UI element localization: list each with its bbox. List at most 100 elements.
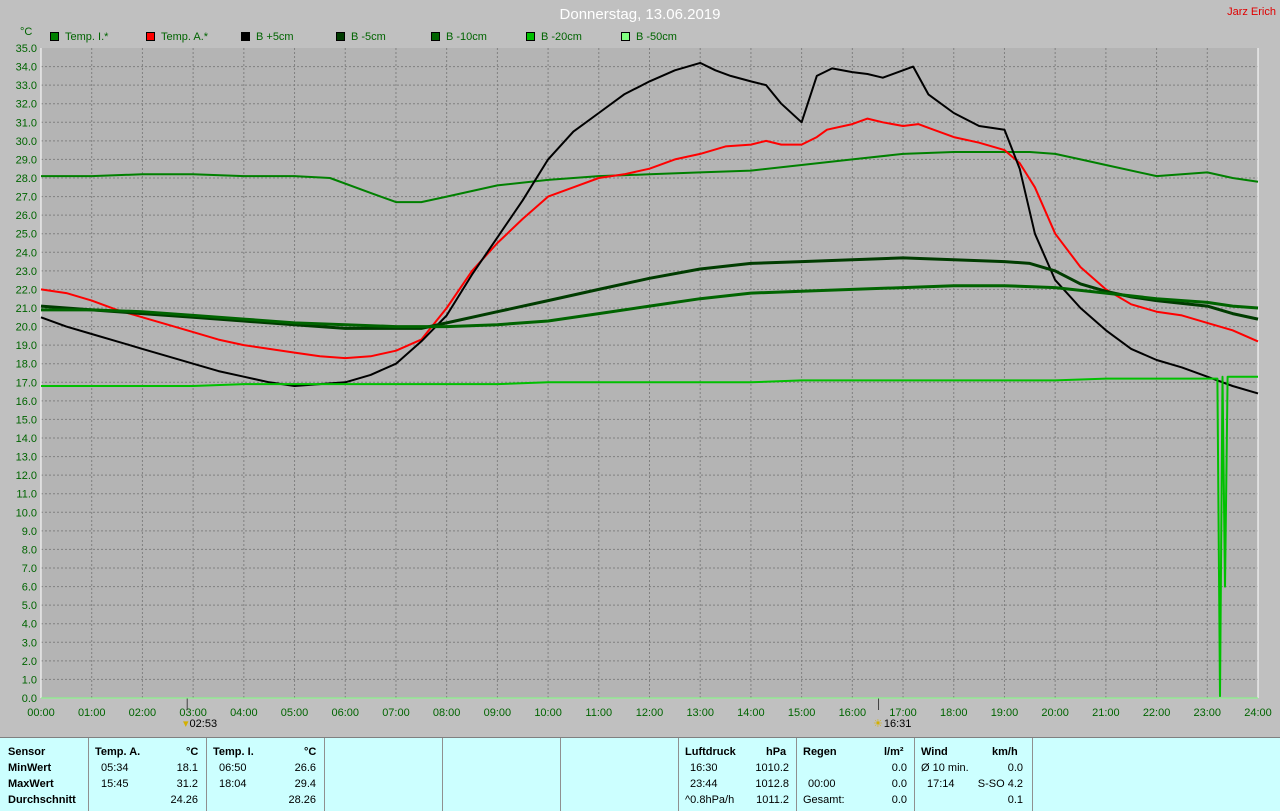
x-tick-label: 05:00 <box>281 707 309 719</box>
y-tick-label: 7.0 <box>22 563 37 575</box>
rain-r1-value: 0.0 <box>891 762 907 774</box>
y-tick-label: 10.0 <box>16 507 37 519</box>
temp-a-header: Temp. A. <box>95 746 141 758</box>
temp-i-header: Temp. I. <box>213 746 254 758</box>
pressure-avg-value: 1011.2 <box>756 794 789 806</box>
temp-i-avg-value: 28.26 <box>288 794 316 806</box>
legend-item: Temp. A.* <box>146 31 208 43</box>
y-tick-label: 17.0 <box>16 377 37 389</box>
sensor-header: Sensor <box>8 746 46 758</box>
x-tick-label: 19:00 <box>991 707 1019 719</box>
y-tick-label: 28.0 <box>16 173 37 185</box>
x-tick-label: 07:00 <box>382 707 410 719</box>
stats-table: Sensor MinWert MaxWert Durchschnitt Temp… <box>0 737 1280 811</box>
y-tick-label: 33.0 <box>16 80 37 92</box>
x-tick-label: 12:00 <box>636 707 664 719</box>
x-tick-label: 00:00 <box>27 707 55 719</box>
y-tick-label: 24.0 <box>16 247 37 259</box>
x-tick-label: 21:00 <box>1092 707 1120 719</box>
x-tick-label: 20:00 <box>1041 707 1069 719</box>
x-tick-label: 02:00 <box>129 707 157 719</box>
y-tick-label: 1.0 <box>22 674 37 686</box>
temp-i-max-time: 18:04 <box>219 778 247 790</box>
temperature-chart: 0.0 1.0 2.0 3.0 4.0 5.0 6.0 7.0 8.0 9.0 10.0 11.0 12… <box>16 43 1272 719</box>
temp-i-max-value: 29.4 <box>294 778 316 790</box>
temp-a-max-value: 31.2 <box>176 778 198 790</box>
author-label: Jarz Erich <box>1227 6 1276 18</box>
y-tick-label: 5.0 <box>22 600 37 612</box>
y-tick-label: 27.0 <box>16 192 37 204</box>
y-tick-label: 31.0 <box>16 117 37 129</box>
legend-item: B -50cm <box>621 31 677 43</box>
y-tick-label: 11.0 <box>16 489 37 501</box>
sunset-event: ☀16:31 <box>873 718 912 730</box>
moon-icon: ▾ <box>183 718 189 730</box>
y-tick-label: 30.0 <box>16 136 37 148</box>
x-tick-label: 18:00 <box>940 707 968 719</box>
y-tick-label: 8.0 <box>22 544 37 556</box>
y-tick-label: 13.0 <box>16 452 37 464</box>
temp-a-max-time: 15:45 <box>101 778 129 790</box>
temp-i-min-value: 26.6 <box>294 762 316 774</box>
pressure-header: Luftdruck <box>685 746 736 758</box>
legend-swatch <box>336 31 345 41</box>
temp-a-min-value: 18.1 <box>176 762 198 774</box>
x-tick-label: 15:00 <box>788 707 816 719</box>
wind-avg-label: Ø 10 min. <box>921 762 969 774</box>
y-tick-label: 12.0 <box>16 470 37 482</box>
x-tick-label: 08:00 <box>433 707 461 719</box>
y-tick-label: 26.0 <box>16 210 37 222</box>
legend-item: B -20cm <box>526 31 582 43</box>
x-tick-label: 22:00 <box>1143 707 1171 719</box>
x-tick-label: 13:00 <box>686 707 714 719</box>
legend-swatch <box>50 31 59 41</box>
y-tick-label: 32.0 <box>16 99 37 111</box>
x-tick-label: 06:00 <box>331 707 359 719</box>
wind-avg-value: 0.0 <box>1007 762 1023 774</box>
pressure-trend-label: ^0.8hPa/h <box>685 794 735 806</box>
x-tick-label: 24:00 <box>1244 707 1272 719</box>
x-tick-label: 23:00 <box>1194 707 1222 719</box>
x-tick-label: 09:00 <box>484 707 512 719</box>
y-tick-label: 35.0 <box>16 43 37 55</box>
y-tick-label: 20.0 <box>16 322 37 334</box>
wind-header: Wind <box>921 746 948 758</box>
row-label-max: MaxWert <box>8 778 54 790</box>
legend-item: B -5cm <box>336 31 386 43</box>
x-tick-label: 11:00 <box>585 707 612 719</box>
legend-swatch <box>526 31 535 41</box>
y-axis-unit: °C <box>20 26 33 38</box>
pressure-r2-time: 23:44 <box>690 778 718 790</box>
chart-area: 0.0 1.0 2.0 3.0 4.0 5.0 6.0 7.0 8.0 9.0 10.0 11.0 12… <box>0 0 1280 737</box>
y-tick-label: 34.0 <box>16 62 37 74</box>
y-tick-label: 6.0 <box>22 582 37 594</box>
y-tick-label: 0.0 <box>22 693 37 705</box>
wind-max-value: S-SO 4.2 <box>977 778 1023 790</box>
y-tick-label: 9.0 <box>22 526 37 538</box>
legend-item: B -10cm <box>431 31 487 43</box>
y-tick-label: 22.0 <box>16 284 37 296</box>
legend-item: B +5cm <box>241 31 294 43</box>
rain-total-label: Gesamt: <box>803 794 845 806</box>
wind-max-time: 17:14 <box>927 778 955 790</box>
temp-a-unit: °C <box>186 746 199 758</box>
y-tick-label: 15.0 <box>16 414 37 426</box>
y-tick-label: 25.0 <box>16 229 37 241</box>
row-label-avg: Durchschnitt <box>8 794 76 806</box>
pressure-r1-time: 16:30 <box>690 762 718 774</box>
y-tick-label: 18.0 <box>16 359 37 371</box>
temp-i-min-time: 06:50 <box>219 762 247 774</box>
y-tick-label: 29.0 <box>16 154 37 166</box>
sun-icon: ☀ <box>873 718 883 730</box>
rain-total-value: 0.0 <box>891 794 907 806</box>
y-tick-label: 23.0 <box>16 266 37 278</box>
x-tick-label: 16:00 <box>839 707 867 719</box>
moonset-event: ▾02:53 <box>183 718 218 730</box>
y-tick-label: 4.0 <box>22 619 37 631</box>
temp-i-unit: °C <box>304 746 317 758</box>
x-tick-label: 01:00 <box>78 707 106 719</box>
x-tick-label: 10:00 <box>534 707 562 719</box>
rain-unit: l/m² <box>884 746 904 758</box>
chart-title: Donnerstag, 13.06.2019 <box>559 6 721 23</box>
y-tick-label: 21.0 <box>16 303 37 315</box>
